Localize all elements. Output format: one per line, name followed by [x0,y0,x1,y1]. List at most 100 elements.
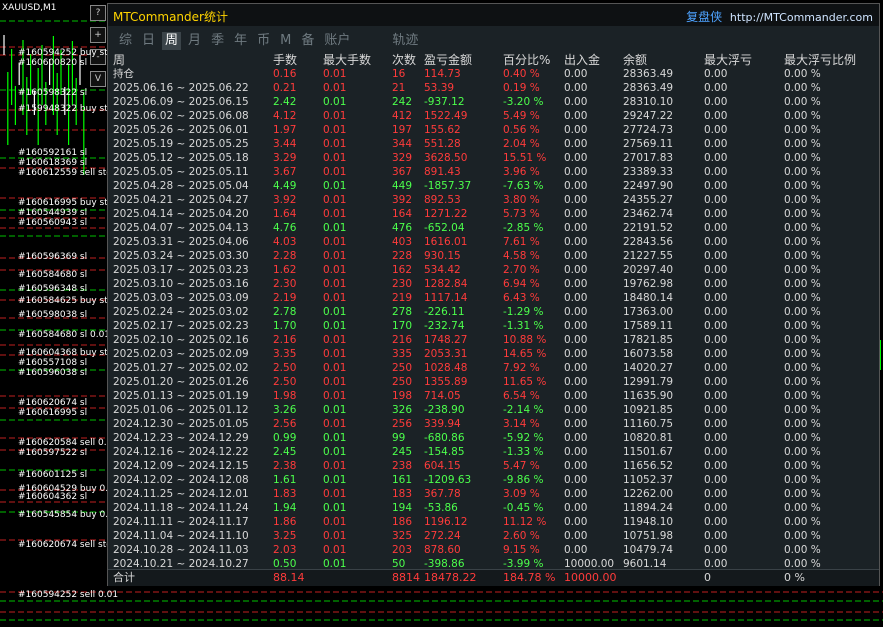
table-row[interactable]: 2025.05.19 ~ 2025.05.25 3.44 0.01 344 551.28… [108,137,879,151]
tab-11[interactable]: 轨迹 [389,32,421,50]
table-row[interactable]: 2025.06.16 ~ 2025.06.22 0.21 0.01 21 53.39 0.… [108,81,879,95]
table-cell-cash: 0.00 [564,432,588,444]
brand-url[interactable]: http://MTCommander.com [730,11,873,24]
table-row[interactable]: 2024.12.02 ~ 2024.12.08 1.61 0.01 161 -1209.… [108,473,879,487]
table-cell-maxlots: 0.01 [323,544,347,556]
table-row[interactable]: 2025.02.24 ~ 2025.03.02 2.78 0.01 278 -226.1… [108,305,879,319]
table-row[interactable]: 2025.04.21 ~ 2025.04.27 3.92 0.01 392 892.53… [108,193,879,207]
table-row[interactable]: 2024.12.23 ~ 2024.12.29 0.99 0.01 99 -680.86… [108,431,879,445]
column-header[interactable]: 最大手数 [323,53,371,67]
tab-1[interactable]: 综 [116,32,135,50]
table-cell-period: 2025.05.05 ~ 2025.05.11 [113,166,249,178]
tab-3[interactable]: 周 [162,32,182,50]
table-row[interactable]: 2025.01.20 ~ 2025.01.26 2.50 0.01 250 1355.8… [108,375,879,389]
table-row[interactable]: 2025.02.03 ~ 2025.02.09 3.35 0.01 335 2053.3… [108,347,879,361]
order-label: #160560943 sl [18,218,88,228]
tab-7[interactable]: 币 [254,32,273,50]
table-row[interactable]: 2025.06.09 ~ 2025.06.15 2.42 0.01 242 -937.1… [108,95,879,109]
table-cell-period: 持仓 [113,68,134,80]
brand-link[interactable]: 复盘侠 http://MTCommander.com [686,8,873,25]
table-cell-maxdd: 0.00 [704,292,728,304]
order-label: #160596348 sl [18,284,88,294]
table-row[interactable]: 2024.11.25 ~ 2024.12.01 1.83 0.01 183 367.78… [108,487,879,501]
table-cell-maxddpct: 0.00 % [784,152,821,164]
table-cell-pct: 6.94 % [503,278,540,290]
table-cell-maxddpct: 0.00 % [784,530,821,542]
column-header[interactable]: 百分比% [503,53,550,67]
table-row[interactable]: 持仓 0.16 0.01 16 114.73 0.40 % 0.00 28363.49 0.00… [108,67,879,81]
table-cell-lots: 2.16 [273,334,297,346]
column-header[interactable]: 盈亏金额 [424,53,472,67]
total-cell-pct: 184.78 % [503,571,556,584]
chart-side-button[interactable]: + [90,27,106,43]
table-row[interactable]: 2025.03.03 ~ 2025.03.09 2.19 0.01 219 1117.1… [108,291,879,305]
column-header[interactable]: 周 [113,53,125,67]
panel-titlebar[interactable]: MTCommander统计 复盘侠 http://MTCommander.com [108,4,879,26]
column-header[interactable]: 最大浮亏比例 [784,53,856,67]
table-row[interactable]: 2025.03.17 ~ 2025.03.23 1.62 0.01 162 534.42… [108,263,879,277]
table-row[interactable]: 2024.12.30 ~ 2025.01.05 2.56 0.01 256 339.94… [108,417,879,431]
tab-9[interactable]: 备 [298,32,317,50]
table-cell-period: 2025.03.17 ~ 2025.03.23 [113,264,249,276]
table-row[interactable]: 2025.03.24 ~ 2025.03.30 2.28 0.01 228 930.15… [108,249,879,263]
table-row[interactable]: 2025.03.31 ~ 2025.04.06 4.03 0.01 403 1616.0… [108,235,879,249]
tab-8[interactable]: M [277,32,294,50]
table-cell-pnl: 892.53 [424,194,461,206]
panel-title: MTCommander统计 [113,10,228,24]
column-header[interactable]: 出入金 [564,53,600,67]
table-row[interactable]: 2025.02.10 ~ 2025.02.16 2.16 0.01 216 1748.2… [108,333,879,347]
column-header[interactable]: 次数 [392,53,416,67]
total-cell-count: 8814 [392,571,420,584]
tab-6[interactable]: 年 [231,32,250,50]
table-cell-maxlots: 0.01 [323,110,347,122]
column-header[interactable]: 手数 [273,53,297,67]
table-cell-maxdd: 0.00 [704,488,728,500]
table-cell-period: 2025.03.03 ~ 2025.03.09 [113,292,249,304]
table-cell-period: 2025.06.02 ~ 2025.06.08 [113,110,249,122]
table-row[interactable]: 2025.06.02 ~ 2025.06.08 4.12 0.01 412 1522.4… [108,109,879,123]
table-cell-cash: 0.00 [564,222,588,234]
table-row[interactable]: 2024.11.18 ~ 2024.11.24 1.94 0.01 194 -53.86… [108,501,879,515]
table-cell-lots: 3.92 [273,194,297,206]
table-row[interactable]: 2024.12.16 ~ 2024.12.22 2.45 0.01 245 -154.8… [108,445,879,459]
table-cell-period: 2024.10.28 ~ 2024.11.03 [113,544,249,556]
table-row[interactable]: 2025.04.28 ~ 2025.05.04 4.49 0.01 449 -1857.… [108,179,879,193]
table-row[interactable]: 2024.11.04 ~ 2024.11.10 3.25 0.01 325 272.24… [108,529,879,543]
tab-5[interactable]: 季 [208,32,227,50]
tab-4[interactable]: 月 [185,32,204,50]
table-cell-pct: 7.92 % [503,362,540,374]
table-cell-maxlots: 0.01 [323,530,347,542]
table-row[interactable]: 2025.01.27 ~ 2025.02.02 2.50 0.01 250 1028.4… [108,361,879,375]
table-cell-pct: 3.14 % [503,418,540,430]
chart-side-button[interactable]: V [90,71,106,87]
table-row[interactable]: 2025.02.17 ~ 2025.02.23 1.70 0.01 170 -232.7… [108,319,879,333]
table-cell-maxddpct: 0.00 % [784,334,821,346]
order-label: #160584680 sl [18,270,88,280]
column-header[interactable]: 最大浮亏 [704,53,752,67]
table-cell-count: 278 [392,306,413,318]
table-row[interactable]: 2025.05.12 ~ 2025.05.18 3.29 0.01 329 3628.5… [108,151,879,165]
table-cell-maxdd: 0.00 [704,194,728,206]
table-cell-maxddpct: 0.00 % [784,110,821,122]
table-cell-balance: 24355.27 [623,194,674,206]
table-row[interactable]: 2025.05.05 ~ 2025.05.11 3.67 0.01 367 891.43… [108,165,879,179]
table-row[interactable]: 2025.05.26 ~ 2025.06.01 1.97 0.01 197 155.62… [108,123,879,137]
table-cell-pct: -2.14 % [503,404,544,416]
table-cell-pct: 10.88 % [503,334,547,346]
table-row[interactable]: 2024.11.11 ~ 2024.11.17 1.86 0.01 186 1196.1… [108,515,879,529]
column-header[interactable]: 余额 [623,53,647,67]
table-row[interactable]: 2025.04.14 ~ 2025.04.20 1.64 0.01 164 1271.2… [108,207,879,221]
table-cell-maxlots: 0.01 [323,96,347,108]
tab-2[interactable]: 日 [139,32,158,50]
table-cell-lots: 2.50 [273,362,297,374]
table-row[interactable]: 2024.12.09 ~ 2024.12.15 2.38 0.01 238 604.15… [108,459,879,473]
table-row[interactable]: 2025.03.10 ~ 2025.03.16 2.30 0.01 230 1282.8… [108,277,879,291]
chart-side-button[interactable]: ? [90,5,106,21]
table-row[interactable]: 2025.01.13 ~ 2025.01.19 1.98 0.01 198 714.05… [108,389,879,403]
tab-10[interactable]: 账户 [321,32,353,50]
table-row[interactable]: 2024.10.28 ~ 2024.11.03 2.03 0.01 203 878.60… [108,543,879,557]
table-row[interactable]: 2025.01.06 ~ 2025.01.12 3.26 0.01 326 -238.9… [108,403,879,417]
table-row[interactable]: 2025.04.07 ~ 2025.04.13 4.76 0.01 476 -652.0… [108,221,879,235]
table-cell-cash: 0.00 [564,474,588,486]
table-cell-lots: 1.86 [273,516,297,528]
